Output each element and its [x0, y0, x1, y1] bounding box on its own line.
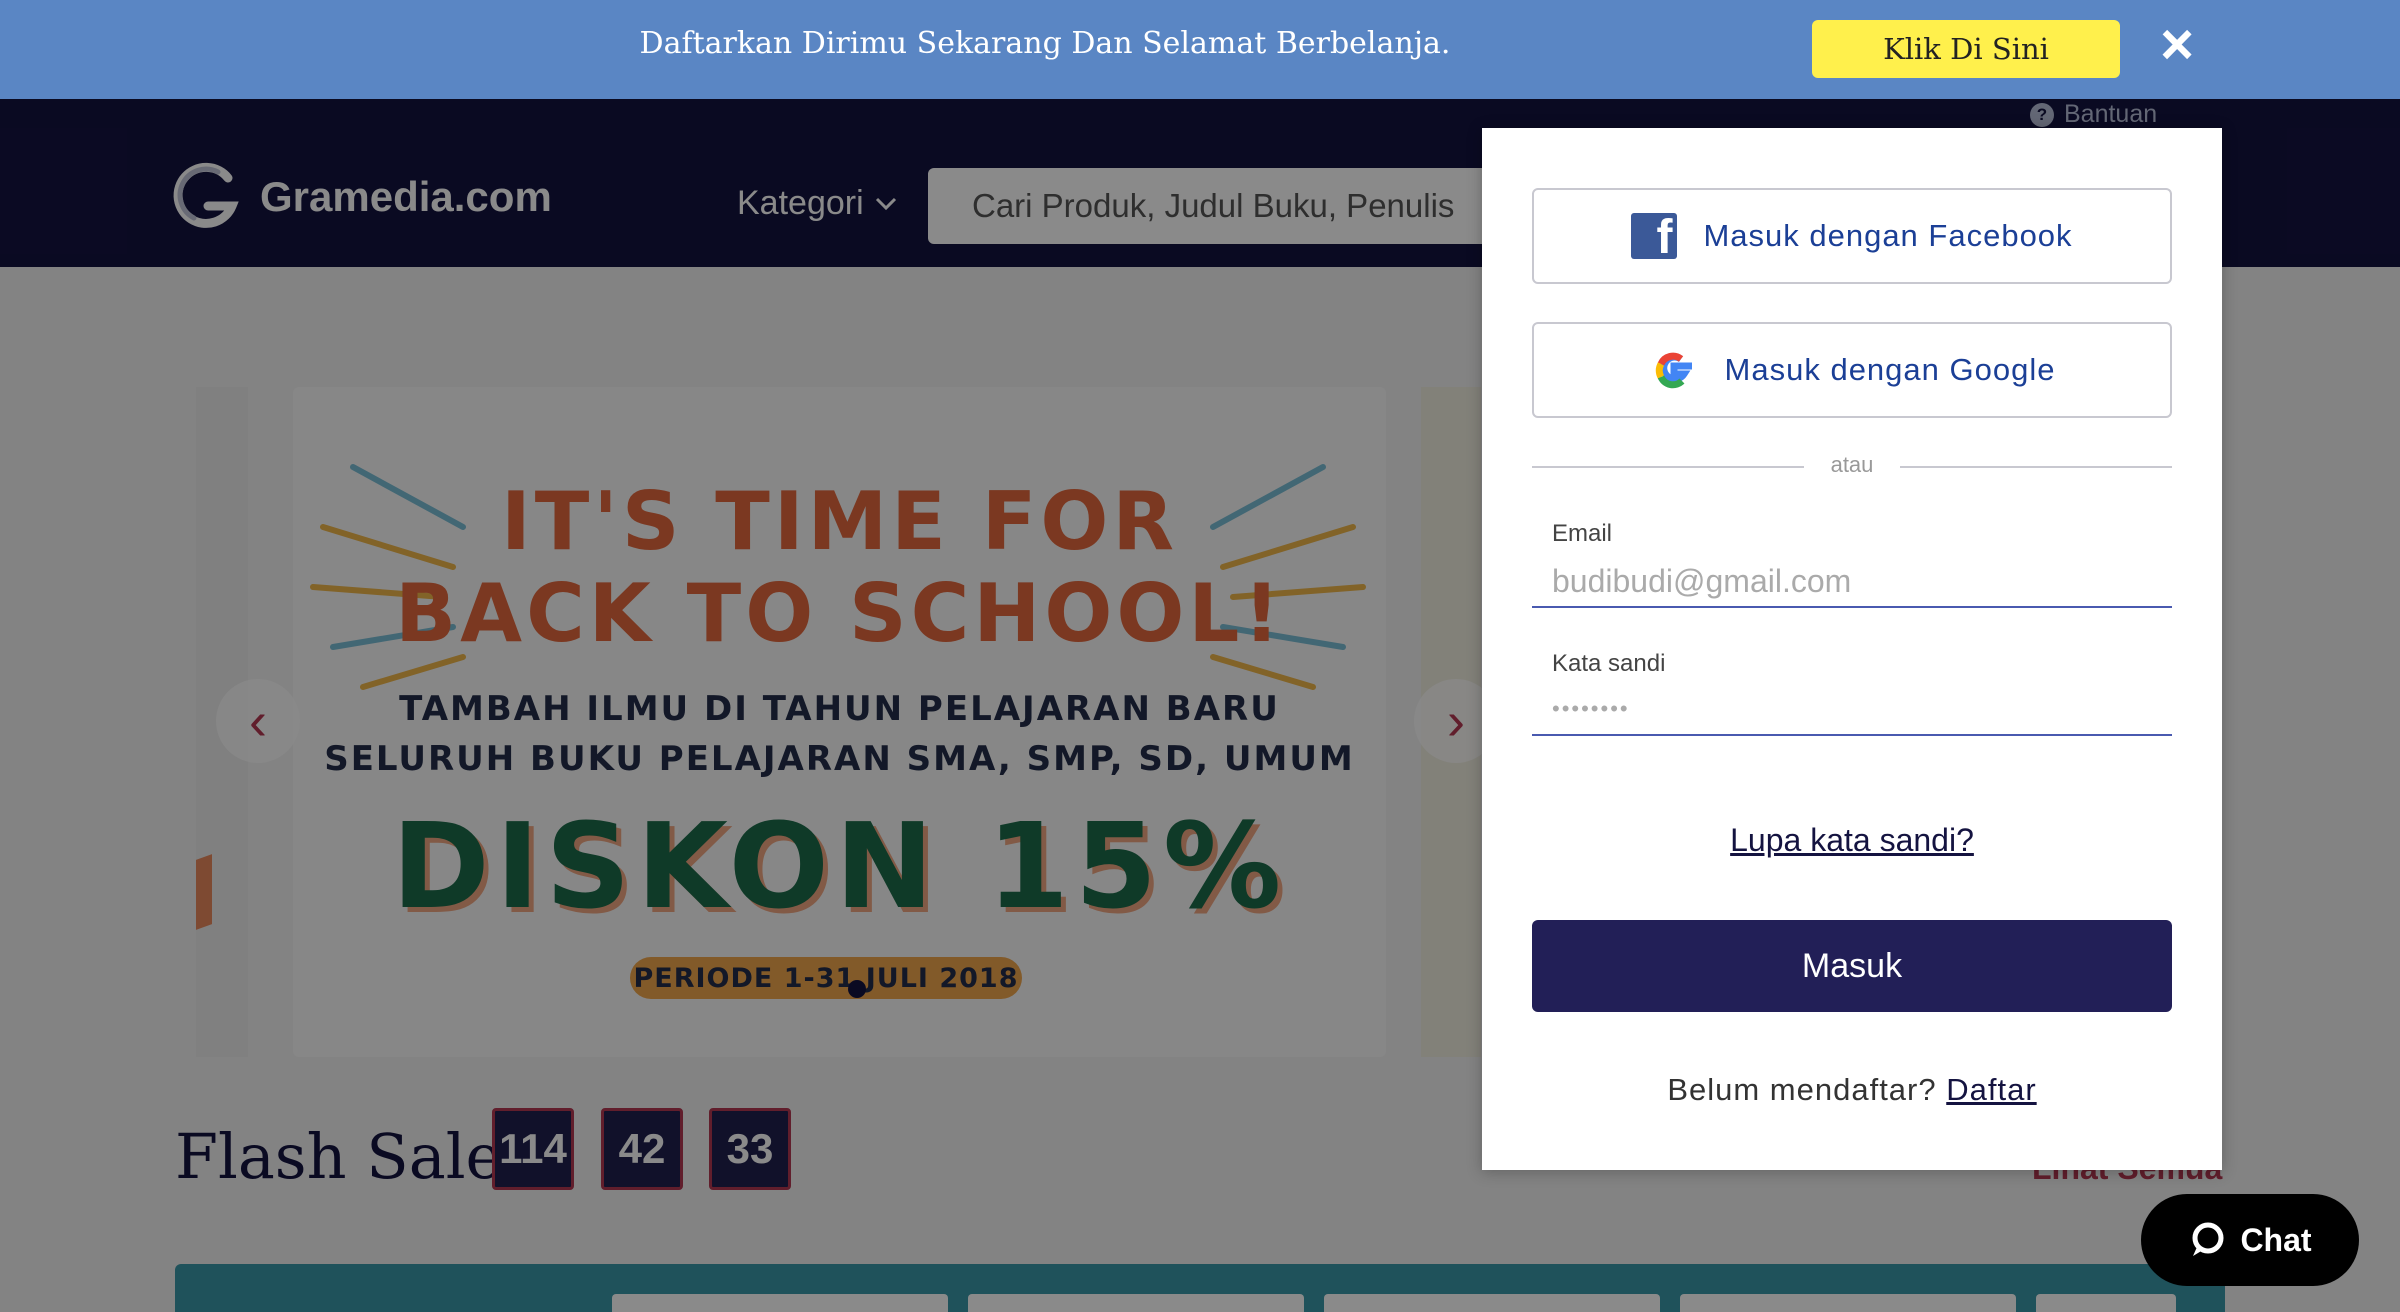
forgot-password-link[interactable]: Lupa kata sandi?	[1730, 822, 1974, 858]
password-field[interactable]	[1532, 684, 2172, 736]
facebook-icon: f	[1631, 213, 1678, 259]
promo-bar: Daftarkan Dirimu Sekarang Dan Selamat Be…	[0, 0, 2400, 99]
register-row: Belum mendaftar? Daftar	[1482, 1072, 2222, 1108]
register-link[interactable]: Daftar	[1946, 1072, 2036, 1107]
chat-button[interactable]: Chat	[2141, 1194, 2359, 1286]
facebook-login-button[interactable]: f Masuk dengan Facebook	[1532, 188, 2172, 284]
or-divider-label: atau	[1830, 452, 1874, 477]
promo-cta-button[interactable]: Klik Di Sini	[1812, 20, 2120, 78]
close-icon[interactable]: ×	[2150, 14, 2204, 76]
facebook-login-label: Masuk dengan Facebook	[1703, 218, 2073, 253]
password-label: Kata sandi	[1552, 650, 1666, 677]
or-divider: atau	[1532, 452, 2172, 477]
email-label: Email	[1552, 520, 1613, 547]
login-modal: f Masuk dengan Facebook Masuk dengan Goo…	[1482, 128, 2222, 1170]
chat-bubble-icon	[2192, 1222, 2224, 1256]
google-login-button[interactable]: Masuk dengan Google	[1532, 322, 2172, 418]
register-prompt: Belum mendaftar?	[1667, 1072, 1937, 1107]
forgot-password-row: Lupa kata sandi?	[1482, 822, 2222, 859]
login-submit-button[interactable]: Masuk	[1532, 920, 2172, 1012]
google-icon	[1655, 352, 1692, 389]
google-login-label: Masuk dengan Google	[1724, 352, 2056, 387]
email-field[interactable]	[1532, 556, 2172, 608]
promo-message: Daftarkan Dirimu Sekarang Dan Selamat Be…	[639, 26, 1451, 61]
chat-label: Chat	[2240, 1221, 2312, 1258]
